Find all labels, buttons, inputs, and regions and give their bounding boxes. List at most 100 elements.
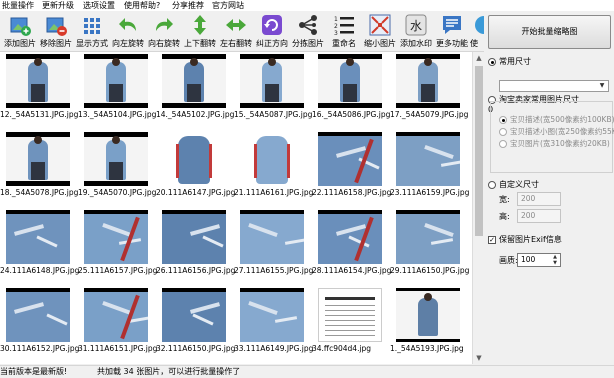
thumbnail-item[interactable]: 17._54A5079.JPG.jpg	[390, 54, 472, 122]
thumbnail-item[interactable]: 31.111A6151.JPG.jpg	[78, 288, 162, 356]
start-batch-button[interactable]: 开始批量缩略图	[488, 15, 611, 49]
thumbnail-caption: 21.111A6161.JPG.jpg	[234, 188, 314, 197]
rename-button[interactable]: 123 重命名	[328, 11, 360, 51]
taobao-option-image-radio[interactable]	[499, 140, 507, 148]
thumbnail-caption: 14._54A5102.JPG.jpg	[156, 110, 235, 119]
menu-help[interactable]: 使用帮助?	[124, 0, 160, 11]
menu-bar: 批量操作 更新升级 选项设置 使用帮助? 分享推荐 官方网站	[0, 0, 614, 11]
thumbnail-image	[6, 210, 70, 264]
thumbnail-image	[396, 132, 460, 186]
thumbnail-item[interactable]: 14._54A5102.JPG.jpg	[156, 54, 240, 122]
thumbnail-image	[240, 54, 304, 108]
menu-options[interactable]: 选项设置	[83, 0, 115, 11]
common-size-radio[interactable]	[488, 58, 496, 66]
thumbnail-caption: 15._54A5087.JPG.jpg	[234, 110, 313, 119]
thumbnail-item[interactable]: 28.111A6154.JPG.jpg	[312, 210, 396, 278]
spinner-arrows-icon[interactable]: ▲ ▼	[551, 254, 559, 266]
sort-images-icon	[299, 15, 317, 35]
remove-image-button[interactable]: 移除图片	[40, 11, 72, 51]
width-field[interactable]: 200	[517, 192, 561, 206]
thumbnail-caption: 31.111A6151.JPG.jpg	[78, 344, 158, 353]
thumbnail-caption: 1._54A5193.JPG.jpg	[390, 344, 464, 353]
thumbnail-item[interactable]: 20.111A6147.JPG.jpg	[156, 132, 240, 200]
watermark-icon: 水	[405, 14, 427, 36]
help-button[interactable]: 使	[470, 11, 484, 51]
menu-share[interactable]: 分享推荐	[172, 0, 204, 11]
thumbnail-caption: 22.111A6158.JPG.jpg	[312, 188, 392, 197]
thumbnail-item[interactable]: 25.111A6157.JPG.jpg	[78, 210, 162, 278]
taobao-option-desc-radio[interactable]	[499, 116, 507, 124]
quality-stepper[interactable]: 100 ▲ ▼	[517, 253, 561, 267]
vertical-scrollbar[interactable]: ▲ ▼	[472, 52, 485, 364]
svg-text:2: 2	[334, 23, 338, 30]
thumbnail-item[interactable]: 23.111A6159.JPG.jpg	[390, 132, 472, 200]
flip-horizontal-button[interactable]: 左右翻转	[220, 11, 252, 51]
load-status: 共加载 34 张图片，可以进行批量操作了	[97, 367, 241, 376]
thumbnail-caption: 34.ffc904d4.jpg	[312, 344, 372, 353]
thumbnail-caption: 23.111A6159.JPG.jpg	[390, 188, 470, 197]
thumbnail-image	[396, 54, 460, 108]
correct-orientation-button[interactable]: 纠正方向	[256, 11, 288, 51]
thumbnail-caption: 33.111A6149.JPG.jpg	[234, 344, 314, 353]
more-functions-button[interactable]: 更多功能	[436, 11, 468, 51]
thumbnail-caption: 27.111A6155.JPG.jpg	[234, 266, 314, 275]
thumbnail-item[interactable]: 30.111A6152.JPG.jpg	[0, 288, 84, 356]
custom-size-radio[interactable]	[488, 181, 496, 189]
thumbnail-image	[84, 210, 148, 264]
correct-orientation-icon	[262, 15, 282, 35]
menu-batch[interactable]: 批量操作	[2, 0, 34, 11]
flip-horizontal-icon	[226, 19, 246, 31]
thumbnail-item[interactable]: 18._54A5078.JPG.jpg	[0, 132, 84, 200]
thumbnail-image	[318, 54, 382, 108]
rotate-right-button[interactable]: 向右旋转	[148, 11, 180, 51]
thumbnail-image	[6, 54, 70, 108]
thumbnail-item[interactable]: 12._54A5131.JPG.jpg	[0, 54, 84, 122]
thumbnail-item[interactable]: 19._54A5070.JPG.jpg	[78, 132, 162, 200]
scroll-down-icon[interactable]: ▼	[473, 352, 485, 364]
taobao-option-desc-small-radio[interactable]	[499, 128, 507, 136]
thumbnail-item[interactable]: 15._54A5087.JPG.jpg	[234, 54, 318, 122]
thumbnail-item[interactable]: 22.111A6158.JPG.jpg	[312, 132, 396, 200]
thumbnail-caption: 28.111A6154.JPG.jpg	[312, 266, 392, 275]
thumbnail-item[interactable]: 34.ffc904d4.jpg	[312, 288, 396, 356]
display-mode-button[interactable]: 显示方式	[76, 11, 108, 51]
thumbnail-item[interactable]: 29.111A6150.JPG.jpg	[390, 210, 472, 278]
add-watermark-button[interactable]: 水 添加水印	[400, 11, 432, 51]
thumbnail-item[interactable]: 16._54A5086.JPG.jpg	[312, 54, 396, 122]
taobao-option-desc-small: 宝贝描述小图(宽250像素约55KB)	[510, 127, 614, 136]
thumbnail-item[interactable]: 21.111A6161.JPG.jpg	[234, 132, 318, 200]
version-status: 当前版本是最新版!	[0, 367, 68, 376]
chevron-down-icon: ▼	[599, 82, 605, 89]
thumbnail-item[interactable]: 1._54A5193.JPG.jpg	[390, 288, 472, 356]
thumbnail-item[interactable]: 33.111A6149.JPG.jpg	[234, 288, 318, 356]
thumbnail-item[interactable]: 26.111A6156.JPG.jpg	[156, 210, 240, 278]
shrink-image-button[interactable]: 缩小图片	[364, 11, 396, 51]
svg-text:水: 水	[410, 19, 422, 33]
svg-text:1: 1	[334, 16, 338, 23]
thumbnail-image	[318, 132, 382, 186]
menu-website[interactable]: 官方网站	[212, 0, 244, 11]
toolbar: 添加图片 移除图片 显示方式 向左旋转 向右旋转 上下翻转 左右翻转 纠正方向 …	[0, 11, 484, 52]
thumbnail-item[interactable]: 27.111A6155.JPG.jpg	[234, 210, 318, 278]
height-field[interactable]: 200	[517, 209, 561, 223]
thumbnail-item[interactable]: 32.111A6150.JPG.jpg	[156, 288, 240, 356]
thumbnail-image	[84, 54, 148, 108]
flip-vertical-button[interactable]: 上下翻转	[184, 11, 216, 51]
thumbnail-caption: 16._54A5086.JPG.jpg	[312, 110, 391, 119]
menu-update[interactable]: 更新升级	[42, 0, 74, 11]
thumbnail-caption: 30.111A6152.JPG.jpg	[0, 344, 80, 353]
scroll-up-icon[interactable]: ▲	[473, 52, 485, 64]
common-size-select[interactable]: ▼	[499, 80, 609, 92]
thumbnail-item[interactable]: 24.111A6148.JPG.jpg	[0, 210, 84, 278]
thumbnail-item[interactable]: 13._54A5104.JPG.jpg	[78, 54, 162, 122]
thumbnail-image	[162, 288, 226, 342]
keep-exif-checkbox[interactable]: ✓	[488, 236, 496, 244]
add-image-button[interactable]: 添加图片	[4, 11, 36, 51]
shrink-image-icon	[369, 14, 391, 36]
thumbnail-gallery[interactable]: 12._54A5131.JPG.jpg 13._54A5104.JPG.jpg 14…	[0, 52, 472, 364]
rotate-left-button[interactable]: 向左旋转	[112, 11, 144, 51]
thumbnail-image	[396, 210, 460, 264]
sort-images-button[interactable]: 分拣图片	[292, 11, 324, 51]
help-icon	[475, 16, 484, 34]
scrollbar-thumb[interactable]	[475, 66, 483, 236]
